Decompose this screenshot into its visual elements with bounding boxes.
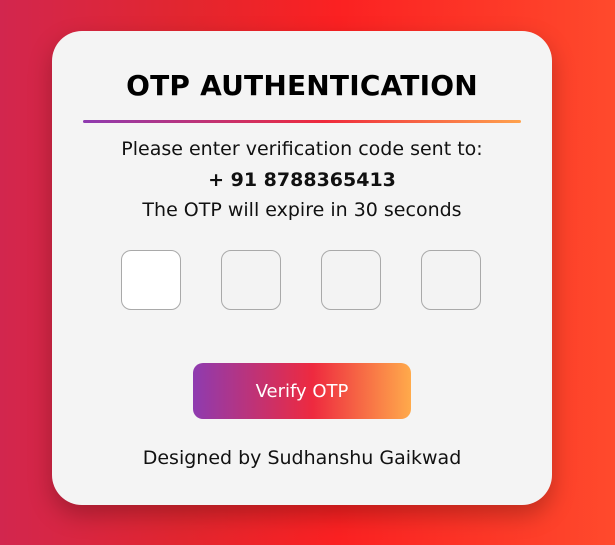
expiry-text: The OTP will expire in 30 seconds <box>142 199 462 221</box>
otp-input-4[interactable] <box>421 250 481 310</box>
otp-input-3[interactable] <box>321 250 381 310</box>
footer-credit: Designed by Sudhanshu Gaikwad <box>142 447 462 469</box>
otp-input-2[interactable] <box>221 250 281 310</box>
otp-input-1[interactable] <box>121 250 181 310</box>
page-title: OTP AUTHENTICATION <box>126 69 478 102</box>
title-divider <box>83 120 521 123</box>
instruction-text: Please enter verification code sent to: <box>121 138 483 160</box>
phone-number: + 91 8788365413 <box>208 169 396 191</box>
otp-card: OTP AUTHENTICATION Please enter verifica… <box>52 31 552 505</box>
verify-otp-button[interactable]: Verify OTP <box>193 363 411 419</box>
